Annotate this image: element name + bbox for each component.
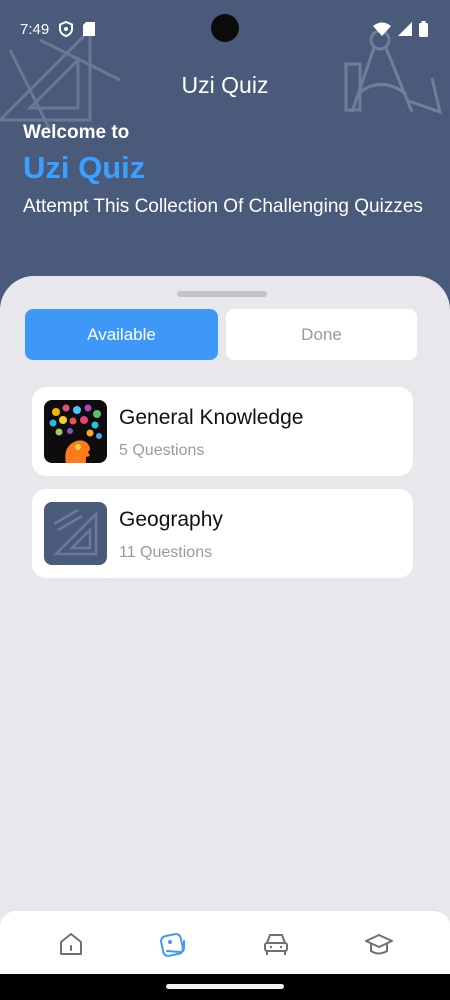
- quiz-question-count: 11 Questions: [119, 544, 213, 561]
- wifi-icon: [373, 22, 391, 36]
- graduation-cap-icon[interactable]: [364, 929, 394, 959]
- camera-cutout: [211, 14, 239, 42]
- quiz-question-count: 5 Questions: [119, 442, 205, 459]
- tab-available[interactable]: Available: [25, 309, 218, 360]
- ruler-icon: [44, 502, 107, 565]
- tab-done[interactable]: Done: [226, 309, 417, 360]
- quiz-icon[interactable]: [158, 929, 188, 959]
- home-icon[interactable]: [56, 929, 86, 959]
- quiz-title: General Knowledge: [119, 406, 304, 429]
- system-gesture-bar: [0, 974, 450, 1000]
- sd-card-icon: [83, 22, 96, 36]
- sheet-drag-handle[interactable]: [177, 291, 267, 297]
- quiz-tabs: Available Done: [25, 309, 418, 361]
- battery-icon: [419, 21, 428, 37]
- tagline: Attempt This Collection Of Challenging Q…: [23, 196, 423, 217]
- quiz-title: Geography: [119, 508, 223, 531]
- quiz-card-general-knowledge[interactable]: General Knowledge 5 Questions: [32, 387, 413, 476]
- welcome-text: Welcome to: [23, 122, 130, 143]
- app-title: Uzi Quiz: [181, 72, 269, 98]
- home-gesture-pill[interactable]: [166, 984, 284, 989]
- signal-icon: [398, 22, 412, 36]
- header: 7:49 Uzi Quiz Welcome to Uzi Quiz Attemp…: [0, 0, 450, 320]
- quiz-card-geography[interactable]: Geography 11 Questions: [32, 489, 413, 578]
- brand-title: Uzi Quiz: [23, 150, 146, 185]
- quiz-sheet: Available Done General Knowledge 5 Quest…: [0, 276, 450, 916]
- shield-icon: [59, 21, 74, 37]
- bottom-navigation: [0, 910, 450, 974]
- brain-icon: [44, 400, 107, 463]
- status-time: 7:49: [20, 20, 50, 38]
- car-icon[interactable]: [261, 929, 291, 959]
